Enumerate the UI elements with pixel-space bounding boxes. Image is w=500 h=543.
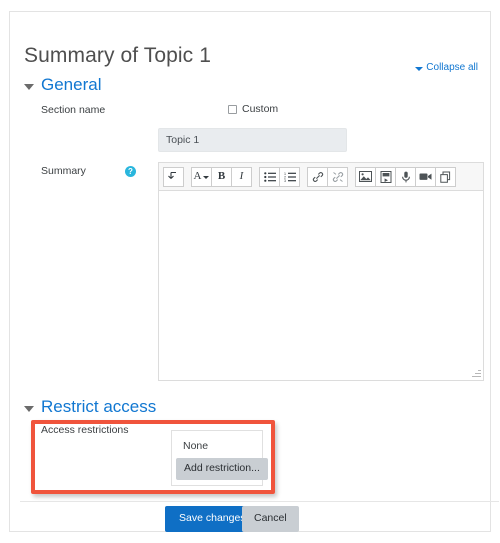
chevron-down-icon: [415, 67, 423, 71]
image-icon[interactable]: [355, 167, 376, 187]
cancel-button[interactable]: Cancel: [242, 506, 299, 532]
chevron-down-icon: [24, 406, 34, 412]
section-title-restrict-access: Restrict access: [41, 397, 156, 417]
microphone-icon[interactable]: [395, 167, 416, 187]
access-restrictions-none-text: None: [183, 440, 208, 452]
page-title: Summary of Topic 1: [24, 44, 211, 68]
help-icon[interactable]: ?: [125, 166, 136, 177]
label-section-name: Section name: [41, 104, 105, 116]
custom-checkbox[interactable]: [228, 105, 237, 114]
toolbar-group-media: [355, 167, 456, 187]
label-summary: Summary: [41, 165, 86, 177]
summary-textarea[interactable]: [158, 190, 484, 381]
svg-text:3: 3: [284, 179, 286, 182]
ordered-list-icon[interactable]: 1 2 3: [279, 167, 300, 187]
section-name-input[interactable]: [158, 128, 347, 152]
add-restriction-button[interactable]: Add restriction...: [176, 458, 268, 480]
video-camera-icon[interactable]: [415, 167, 436, 187]
custom-checkbox-row[interactable]: Custom: [228, 103, 278, 115]
unordered-list-icon[interactable]: [259, 167, 280, 187]
label-access-restrictions: Access restrictions: [41, 424, 129, 436]
toolbar-group-expand: [163, 167, 184, 187]
custom-checkbox-label: Custom: [242, 103, 278, 115]
toolbar-group-style: A B I: [191, 167, 252, 187]
section-header-restrict-access[interactable]: Restrict access: [24, 397, 156, 417]
expand-toolbar-icon[interactable]: [163, 167, 184, 187]
collapse-all-link[interactable]: Collapse all: [415, 62, 478, 73]
section-header-general[interactable]: General: [24, 75, 101, 95]
section-title-general: General: [41, 75, 101, 95]
font-style-icon[interactable]: A: [191, 167, 212, 187]
settings-form-card: Summary of Topic 1 Collapse all General …: [9, 11, 491, 532]
collapse-all-label: Collapse all: [426, 62, 478, 73]
toolbar-group-links: [307, 167, 348, 187]
editor-toolbar: A B I: [158, 162, 484, 190]
italic-icon[interactable]: I: [231, 167, 252, 187]
link-icon[interactable]: [307, 167, 328, 187]
toolbar-group-lists: 1 2 3: [259, 167, 300, 187]
footer-divider: [20, 501, 499, 502]
chevron-down-icon: [24, 84, 34, 90]
unlink-icon[interactable]: [327, 167, 348, 187]
media-file-icon[interactable]: [375, 167, 396, 187]
resize-handle[interactable]: [470, 367, 482, 379]
manage-files-icon[interactable]: [435, 167, 456, 187]
bold-icon[interactable]: B: [211, 167, 232, 187]
summary-editor: A B I: [158, 162, 484, 381]
